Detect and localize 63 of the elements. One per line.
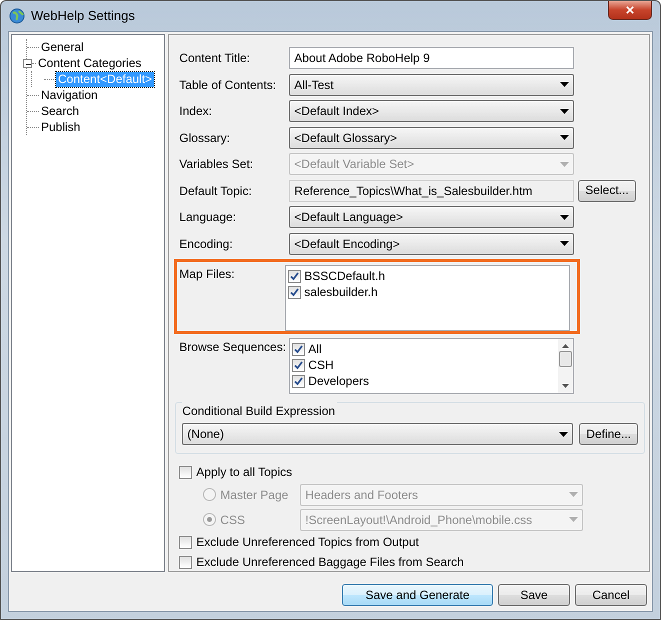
- dropdown[interactable]: <Default Language>: [289, 206, 574, 228]
- dropdown[interactable]: <Default Index>: [289, 100, 574, 122]
- dropdown-arrow-icon: [560, 162, 570, 167]
- tree-item[interactable]: Content Categories: [36, 56, 144, 70]
- checkbox[interactable]: [288, 270, 302, 282]
- checkbox-label: Exclude Unreferenced Baggage Files from Search: [196, 554, 464, 571]
- checkbox[interactable]: [288, 286, 302, 298]
- checkbox[interactable]: [292, 342, 306, 356]
- dropdown-arrow-icon: [559, 432, 568, 436]
- dialog-button[interactable]: Save: [498, 584, 570, 606]
- checkbox[interactable]: [179, 556, 192, 568]
- scroll-down-icon[interactable]: [562, 384, 570, 388]
- list-item-label: salesbuilder.h: [304, 284, 378, 301]
- dropdown[interactable]: All-Test: [289, 74, 574, 96]
- globe-icon: [9, 8, 25, 24]
- tree-item[interactable]: Publish: [39, 120, 82, 134]
- define-button[interactable]: Define...: [579, 423, 638, 445]
- dropdown-arrow-icon: [560, 214, 570, 220]
- field-label: Variables Set:: [179, 156, 254, 174]
- list-item-label: Developers: [308, 373, 369, 390]
- field-label: Encoding:: [179, 236, 234, 253]
- field-label: Glossary:: [179, 130, 231, 147]
- text-field[interactable]: About Adobe RoboHelp 9: [289, 47, 574, 70]
- group-title: Conditional Build Expression: [182, 402, 338, 420]
- dropdown[interactable]: <Default Encoding>: [289, 232, 574, 255]
- tree-item[interactable]: Navigation: [39, 88, 100, 102]
- field-label: Content Title:: [179, 50, 252, 68]
- field-label: Language:: [179, 209, 238, 226]
- tree-item[interactable]: Search: [39, 104, 82, 118]
- checkbox[interactable]: [179, 466, 192, 478]
- list-item-label: BSSCDefault.h: [304, 268, 386, 285]
- window-title: WebHelp Settings: [31, 7, 135, 26]
- dropdown-arrow-icon: [560, 82, 570, 88]
- radio-label: Master Page: [220, 486, 290, 504]
- dropdown-arrow-icon: [560, 135, 570, 140]
- scrollbar[interactable]: [558, 339, 574, 393]
- dialog-button[interactable]: Save and Generate: [342, 584, 493, 606]
- select-button[interactable]: Select...: [578, 180, 636, 202]
- list-item-label: All: [308, 341, 322, 358]
- close-button[interactable]: ×: [608, 1, 652, 20]
- radio-label: CSS: [220, 512, 246, 528]
- list-item-label: CSH: [308, 357, 334, 374]
- field-label: Index:: [179, 103, 213, 120]
- checkbox[interactable]: [292, 358, 306, 372]
- dialog-button[interactable]: Cancel: [575, 584, 647, 606]
- dropdown-arrow-icon: [569, 517, 578, 522]
- dropdown-arrow-icon: [560, 241, 570, 246]
- scroll-up-icon[interactable]: [562, 344, 570, 348]
- checkbox-label: Exclude Unreferenced Topics from Output: [196, 534, 419, 551]
- dropdown[interactable]: <Default Glossary>: [289, 126, 574, 149]
- collapse-toggle-icon[interactable]: [23, 58, 32, 68]
- tree-item[interactable]: General: [39, 40, 86, 54]
- checkbox[interactable]: [179, 536, 192, 548]
- field-label: Map Files:: [179, 266, 236, 283]
- dropdown-arrow-icon: [560, 108, 570, 114]
- field-label: Table of Contents:: [179, 76, 278, 94]
- dropdown[interactable]: (None): [182, 423, 574, 445]
- checkbox[interactable]: [292, 374, 306, 388]
- field-label: Browse Sequences:: [179, 339, 288, 356]
- field-label: Default Topic:: [179, 182, 253, 200]
- checkbox-label: Apply to all Topics: [196, 464, 292, 481]
- dropdown-arrow-icon: [569, 492, 578, 497]
- path-field: Reference_Topics\What_is_Salesbuilder.htm: [289, 180, 574, 202]
